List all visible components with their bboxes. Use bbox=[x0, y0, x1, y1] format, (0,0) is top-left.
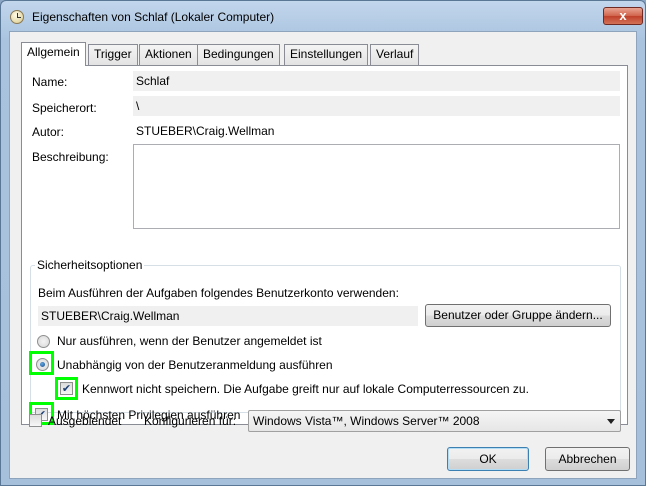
run-logged-on-label: Nur ausführen, wenn der Benutzer angemel… bbox=[57, 334, 322, 348]
tab-trigger[interactable]: Trigger bbox=[88, 44, 138, 65]
tab-einstellungen[interactable]: Einstellungen bbox=[284, 44, 369, 65]
tab-bedingungen[interactable]: Bedingungen bbox=[197, 44, 280, 65]
dialog-client: Allgemein Trigger Aktionen Bedingungen E… bbox=[9, 31, 637, 479]
description-textarea[interactable] bbox=[133, 144, 620, 229]
no-password-label: Kennwort nicht speichern. Die Aufgabe gr… bbox=[82, 382, 529, 396]
cancel-button[interactable]: Abbrechen bbox=[545, 447, 630, 471]
account-field: STUEBER\Craig.Wellman bbox=[38, 306, 418, 326]
window-title: Eigenschaften von Schlaf (Lokaler Comput… bbox=[32, 10, 275, 24]
change-user-button[interactable]: Benutzer oder Gruppe ändern... bbox=[425, 304, 611, 327]
close-button[interactable]: x bbox=[603, 7, 643, 25]
run-independent-radio[interactable] bbox=[36, 358, 49, 371]
description-label: Beschreibung: bbox=[32, 150, 109, 164]
no-password-checkbox[interactable]: ✔ bbox=[60, 382, 73, 395]
name-field[interactable]: Schlaf bbox=[133, 71, 620, 91]
author-field[interactable]: STUEBER\Craig.Wellman bbox=[133, 121, 620, 141]
account-prompt: Beim Ausführen der Aufgaben folgendes Be… bbox=[38, 286, 399, 300]
clock-icon bbox=[10, 10, 24, 24]
ok-button[interactable]: OK bbox=[447, 447, 529, 471]
dialog-window: Eigenschaften von Schlaf (Lokaler Comput… bbox=[0, 0, 646, 486]
name-label: Name: bbox=[32, 75, 68, 89]
tab-allgemein[interactable]: Allgemein bbox=[21, 42, 86, 66]
tab-aktionen[interactable]: Aktionen bbox=[139, 44, 198, 65]
title-bar[interactable]: Eigenschaften von Schlaf (Lokaler Comput… bbox=[1, 1, 645, 31]
tab-verlauf[interactable]: Verlauf bbox=[370, 44, 420, 65]
configure-select[interactable]: Windows Vista™, Windows Server™ 2008 bbox=[248, 410, 621, 432]
run-independent-label: Unabhängig von der Benutzeranmeldung aus… bbox=[57, 358, 333, 372]
hidden-label: Ausgeblendet bbox=[48, 414, 122, 428]
configure-label: Konfigurieren für: bbox=[144, 414, 237, 428]
security-options-legend: Sicherheitsoptionen bbox=[35, 258, 145, 272]
author-label: Autor: bbox=[32, 125, 65, 139]
hidden-checkbox[interactable] bbox=[29, 414, 42, 427]
tab-panel-allgemein: Name: Schlaf Speicherort: \ Autor: STUEB… bbox=[21, 65, 628, 425]
run-logged-on-radio[interactable] bbox=[37, 335, 50, 348]
chevron-down-icon bbox=[607, 419, 615, 424]
location-label: Speicherort: bbox=[32, 101, 97, 115]
location-field[interactable]: \ bbox=[133, 96, 620, 116]
configure-select-value: Windows Vista™, Windows Server™ 2008 bbox=[253, 414, 480, 428]
